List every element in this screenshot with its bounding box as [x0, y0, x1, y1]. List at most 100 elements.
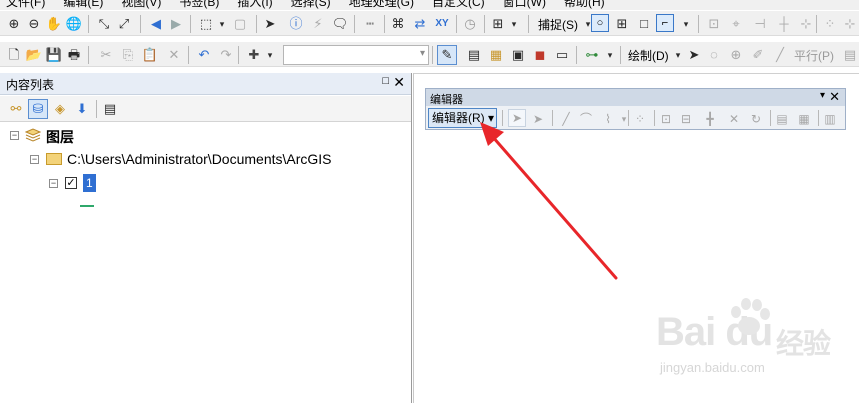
menu-geoprocessing[interactable]: 地理处理(G)	[349, 0, 414, 10]
sketch-properties-icon[interactable]: ▦	[796, 111, 812, 127]
toolbar-options-icon[interactable]: ▾	[820, 90, 825, 101]
straight-segment-icon[interactable]: ╱	[772, 47, 788, 63]
menu-file[interactable]: 文件(F)	[6, 0, 45, 10]
data-source-path[interactable]: C:\Users\Administrator\Documents\ArcGIS	[67, 151, 332, 167]
paste-icon[interactable]: 📋	[142, 47, 158, 63]
clear-selection-icon[interactable]: ▢	[232, 16, 248, 32]
find-binoculars-icon[interactable]: ⌘	[390, 16, 406, 32]
select-features-icon[interactable]: ⬚	[198, 16, 214, 32]
menu-selection[interactable]: 选择(S)	[291, 0, 331, 10]
hyperlink-icon[interactable]: ⚡	[310, 16, 326, 32]
reshape-feature-icon[interactable]: ⊟	[678, 111, 694, 127]
redo-icon[interactable]: ↷	[218, 47, 234, 63]
dropdown-arrow-icon[interactable]: ▾	[214, 16, 230, 32]
editor-title-bar[interactable]: 编辑器 ▾ ✕	[426, 89, 845, 106]
dropdown-arrow-icon[interactable]: ▾	[602, 47, 618, 63]
search-window-icon[interactable]: ▣	[510, 47, 526, 63]
add-data-icon[interactable]: ✚	[246, 47, 262, 63]
collapse-icon[interactable]: −	[49, 179, 58, 188]
map-scale-combo[interactable]: ▾	[283, 45, 429, 65]
select-elements-icon[interactable]: ➤	[262, 16, 278, 32]
edit-vertices-icon[interactable]: ⊕	[728, 47, 744, 63]
fixed-zoom-out-icon[interactable]: ⤢	[116, 16, 132, 32]
list-by-selection-icon[interactable]: ⬇	[74, 101, 90, 117]
dropdown-arrow-icon[interactable]: ▾	[262, 47, 278, 63]
create-features-icon[interactable]: ▥	[822, 111, 838, 127]
time-slider-icon[interactable]: ◷	[462, 16, 478, 32]
select-elements-icon[interactable]: ➤	[686, 47, 702, 63]
point-snapping-icon[interactable]: ○	[591, 14, 609, 32]
measure-icon[interactable]: ┅	[362, 16, 378, 32]
rotate-icon[interactable]: ◌	[706, 47, 722, 63]
magnifier-window-icon[interactable]: ⊞	[490, 16, 506, 32]
identify-icon[interactable]: ⓘ	[288, 16, 304, 32]
end-snapping-icon[interactable]: ⊞	[614, 16, 630, 32]
close-icon[interactable]: ✕	[829, 89, 840, 105]
new-document-icon[interactable]: 🗋	[6, 47, 22, 63]
list-by-source-icon[interactable]: ⛁	[28, 99, 48, 119]
edge-tool-icon[interactable]: ⌖	[728, 16, 744, 32]
pan-hand-icon[interactable]: ✋	[46, 16, 62, 32]
close-icon[interactable]: ✕	[393, 74, 405, 91]
edit-annotation-icon[interactable]: ✐	[750, 47, 766, 63]
print-icon[interactable]: 🖶	[66, 47, 82, 63]
editor-toolbar-icon[interactable]: ✎	[437, 45, 457, 65]
parallel-label[interactable]: 平行(P)	[794, 47, 834, 64]
model-builder-icon[interactable]: ⊶	[584, 47, 600, 63]
find-route-icon[interactable]: ⇄	[412, 16, 428, 32]
shared-edit-icon[interactable]: ┼	[776, 16, 792, 32]
open-folder-icon[interactable]: 📂	[26, 47, 42, 63]
layer-visibility-checkbox[interactable]: ✓	[65, 177, 77, 189]
zoom-out-icon[interactable]: ⊖	[26, 16, 42, 32]
cut-polygons-icon[interactable]: ╋	[702, 111, 718, 127]
edge-snapping-icon[interactable]: ⌐	[656, 14, 674, 32]
list-by-visibility-icon[interactable]: ◈	[52, 101, 68, 117]
undo-icon[interactable]: ↶	[196, 47, 212, 63]
dropdown-arrow-icon[interactable]: ▾	[506, 16, 522, 32]
menu-help[interactable]: 帮助(H)	[564, 0, 605, 10]
menu-bookmarks[interactable]: 书签(B)	[179, 0, 219, 10]
point-tool-icon[interactable]: ⁘	[632, 111, 648, 127]
go-to-xy-icon[interactable]: XY	[434, 16, 450, 32]
delete-icon[interactable]: ✕	[166, 47, 182, 63]
catalog-window-icon[interactable]: ▦	[488, 47, 504, 63]
split-tool-icon[interactable]: ✕	[726, 111, 742, 127]
snapping-label[interactable]: 捕捉(S)	[538, 16, 578, 33]
collapse-icon[interactable]: −	[30, 155, 39, 164]
layers-root-label[interactable]: 图层	[46, 127, 74, 147]
dropdown-arrow-icon[interactable]: ▾	[670, 47, 686, 63]
map-topology-icon[interactable]: ⊣	[752, 16, 768, 32]
options-icon[interactable]: ▤	[102, 101, 118, 117]
table-of-contents-icon[interactable]: ▤	[466, 47, 482, 63]
menu-customize[interactable]: 自定义(C)	[432, 0, 485, 10]
rotate-tool-icon[interactable]: ↻	[748, 111, 764, 127]
draw-menu-label[interactable]: 绘制(D)	[628, 47, 669, 64]
menu-edit[interactable]: 编辑(E)	[63, 0, 103, 10]
edit-vertices-icon[interactable]: ⊡	[658, 111, 674, 127]
save-icon[interactable]: 💾	[46, 47, 62, 63]
menu-view[interactable]: 视图(V)	[121, 0, 161, 10]
vertex-snapping-icon[interactable]: □	[636, 16, 652, 32]
cut-icon[interactable]: ✂	[98, 47, 114, 63]
python-window-icon[interactable]: ▭	[554, 47, 570, 63]
full-extent-globe-icon[interactable]: 🌐	[66, 16, 82, 32]
menu-insert[interactable]: 插入(I)	[237, 0, 272, 10]
layer-name[interactable]: 1	[83, 174, 96, 192]
validate-topology-icon[interactable]: ⁘	[822, 16, 838, 32]
topology-tool-icon[interactable]: ⊡	[706, 16, 722, 32]
zoom-in-icon[interactable]: ⊕	[6, 16, 22, 32]
forward-extent-icon[interactable]: ▶	[168, 16, 184, 32]
list-by-drawing-order-icon[interactable]: ⚯	[8, 101, 24, 117]
html-popup-icon[interactable]: 🗨	[332, 16, 349, 32]
collapse-icon[interactable]: −	[10, 131, 19, 140]
reshape-edge-icon[interactable]: ⊹	[798, 16, 814, 32]
back-extent-icon[interactable]: ◀	[148, 16, 164, 32]
copy-icon[interactable]: ⎘	[120, 47, 136, 63]
attributes-icon[interactable]: ▤	[774, 111, 790, 127]
dropdown-arrow-icon[interactable]: ▾	[678, 16, 694, 32]
menu-windows[interactable]: 窗口(W)	[503, 0, 546, 10]
arctoolbox-icon[interactable]: ◼	[532, 47, 548, 63]
fixed-zoom-in-icon[interactable]: ⤡	[96, 16, 112, 32]
overflow-icon[interactable]: ▤	[842, 47, 858, 63]
error-inspector-icon[interactable]: ⊹	[842, 16, 858, 32]
